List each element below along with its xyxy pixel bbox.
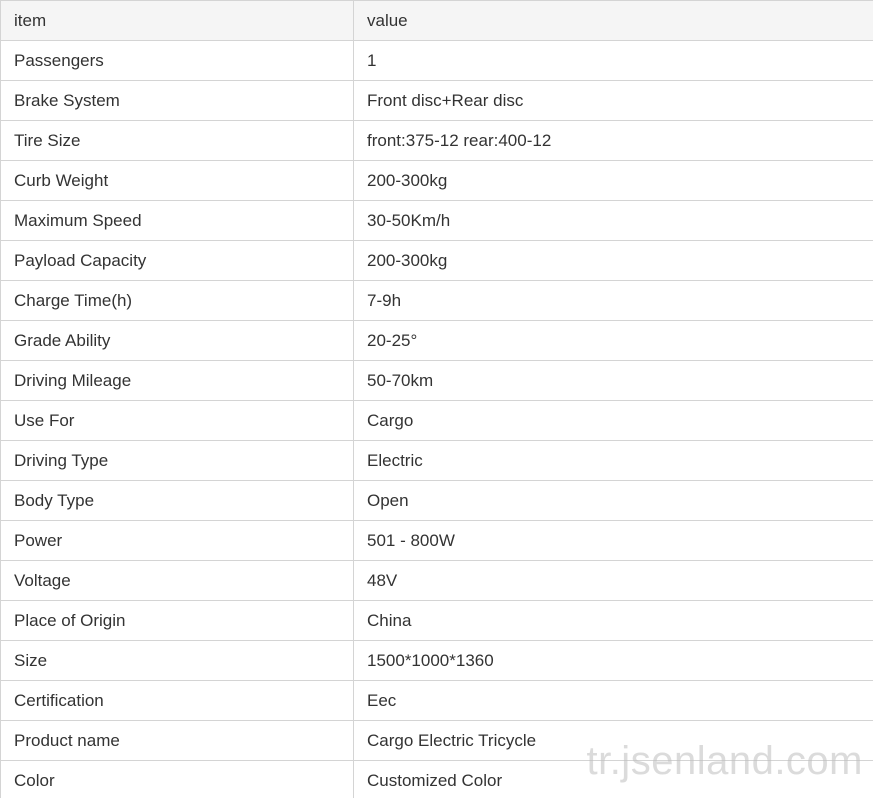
row-value-cell: 20-25° [353,320,873,361]
table-row: Brake System Front disc+Rear disc [0,80,873,121]
table-header-row: item value [0,0,873,41]
row-item-cell: Place of Origin [0,600,354,641]
table-body: Passengers 1 Brake System Front disc+Rear d… [0,40,873,798]
table-row: Certification Eec [0,680,873,721]
row-value-cell: front:375-12 rear:400-12 [353,120,873,161]
row-value-cell: 7-9h [353,280,873,321]
row-item-cell: Body Type [0,480,354,521]
table-row: Driving Mileage 50-70km [0,360,873,401]
row-item-cell: Charge Time(h) [0,280,354,321]
table-row: Payload Capacity 200-300kg [0,240,873,281]
row-item-cell: Grade Ability [0,320,354,361]
spec-table: item value Passengers 1 Brake System Front … [0,0,873,798]
row-value-cell: Cargo [353,400,873,441]
table-row: Tire Size front:375-12 rear:400-12 [0,120,873,161]
table-row: Size 1500*1000*1360 [0,640,873,681]
row-value-cell: 200-300kg [353,240,873,281]
row-value-cell: Cargo Electric Tricycle [353,720,873,761]
row-value-cell: Front disc+Rear disc [353,80,873,121]
row-value-cell: Open [353,480,873,521]
column-header-value: value [353,0,873,41]
row-item-cell: Certification [0,680,354,721]
table-row: Use For Cargo [0,400,873,441]
column-header-item: item [0,0,354,41]
row-value-cell: Electric [353,440,873,481]
row-value-cell: 1 [353,40,873,81]
row-item-cell: Maximum Speed [0,200,354,241]
table-row: Voltage 48V [0,560,873,601]
row-value-cell: 48V [353,560,873,601]
table-row: Maximum Speed 30-50Km/h [0,200,873,241]
row-value-cell: Eec [353,680,873,721]
row-item-cell: Tire Size [0,120,354,161]
row-item-cell: Voltage [0,560,354,601]
row-item-cell: Payload Capacity [0,240,354,281]
table-row: Place of Origin China [0,600,873,641]
table-row: Charge Time(h) 7-9h [0,280,873,321]
row-value-cell: Customized Color [353,760,873,798]
table-row: Color Customized Color [0,760,873,798]
row-value-cell: 1500*1000*1360 [353,640,873,681]
row-item-cell: Passengers [0,40,354,81]
row-item-cell: Curb Weight [0,160,354,201]
table-row: Driving Type Electric [0,440,873,481]
table-row: Product name Cargo Electric Tricycle [0,720,873,761]
table-row: Passengers 1 [0,40,873,81]
row-value-cell: China [353,600,873,641]
row-value-cell: 30-50Km/h [353,200,873,241]
table-row: Curb Weight 200-300kg [0,160,873,201]
row-item-cell: Use For [0,400,354,441]
row-item-cell: Size [0,640,354,681]
row-item-cell: Driving Mileage [0,360,354,401]
table-row: Power 501 - 800W [0,520,873,561]
row-value-cell: 200-300kg [353,160,873,201]
page: item value Passengers 1 Brake System Front … [0,0,873,798]
row-value-cell: 501 - 800W [353,520,873,561]
row-item-cell: Product name [0,720,354,761]
row-item-cell: Color [0,760,354,798]
row-value-cell: 50-70km [353,360,873,401]
row-item-cell: Brake System [0,80,354,121]
row-item-cell: Driving Type [0,440,354,481]
table-row: Body Type Open [0,480,873,521]
table-row: Grade Ability 20-25° [0,320,873,361]
row-item-cell: Power [0,520,354,561]
